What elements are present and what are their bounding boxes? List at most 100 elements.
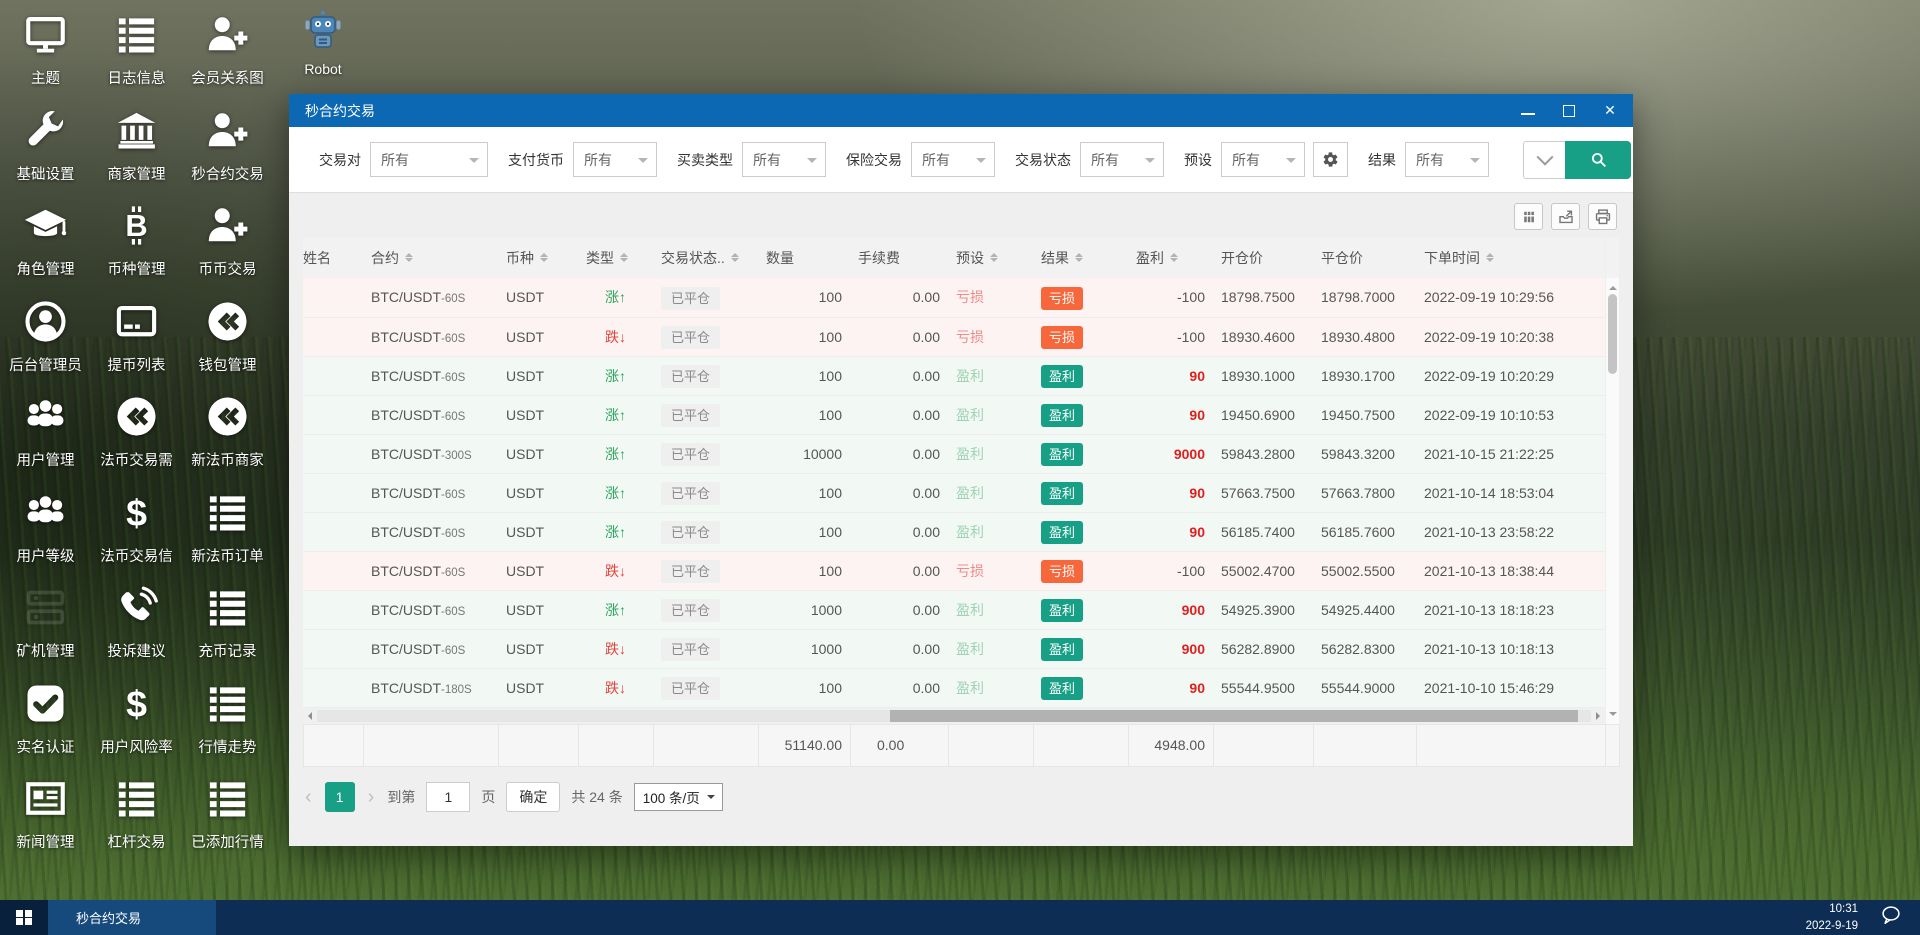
pagination: ‹ 1 › 到第 页 确定 共 24 条 100 条/页 [303,781,1633,812]
print-button[interactable] [1588,203,1617,230]
chevron-down-button[interactable] [1523,140,1565,179]
confirm-page-button[interactable]: 确定 [506,781,561,812]
next-page-button[interactable]: › [366,787,377,807]
cell-open: 57663.7500 [1213,473,1313,513]
desktop-icon[interactable]: 实名认证 [2,681,90,777]
cell-qty: 100 [758,356,850,396]
filter-select[interactable]: 所有 [573,142,657,177]
search-button[interactable] [1565,140,1631,179]
gear-button[interactable] [1313,142,1348,177]
desktop-icon[interactable]: 钱包管理 [184,299,272,395]
desktop-icon-robot[interactable]: Robot [288,10,358,77]
horizontal-scrollbar[interactable] [303,707,1605,724]
desktop-icon[interactable]: 用户管理 [2,394,90,490]
summary-cell-end [1605,723,1620,767]
column-header-coin[interactable]: 币种 [498,238,578,278]
desktop-icon[interactable]: 矿机管理 [2,585,90,681]
cell-contract: BTC/USDT-60S [363,473,498,513]
desktop-icon[interactable]: 已添加行情 [184,776,272,872]
current-page-button[interactable]: 1 [324,781,355,812]
minimize-button[interactable] [1521,107,1535,115]
taskbar-clock[interactable]: 10:31 2022-9-19 [1806,901,1858,933]
cell-result: 盈利 [1033,668,1128,708]
desktop-icon[interactable]: 新闻管理 [2,776,90,872]
desktop-icon[interactable]: 新法币订单 [184,490,272,586]
cell-status: 已平仓 [653,512,758,552]
desktop-icon[interactable]: 投诉建议 [93,585,181,681]
desktop-icon[interactable]: 秒合约交易 [184,108,272,204]
desktop-icon[interactable]: 新法币商家 [184,394,272,490]
maximize-button[interactable] [1563,104,1575,117]
column-header-type[interactable]: 类型 [578,238,653,278]
cell-name [303,395,363,435]
window-titlebar[interactable]: 秒合约交易 ✕ [289,94,1633,127]
cell-close: 57663.7800 [1313,473,1416,513]
column-header-profit[interactable]: 盈利 [1128,238,1213,278]
column-header-status[interactable]: 交易状态.. [653,238,758,278]
desktop-icon[interactable]: 充币记录 [184,585,272,681]
column-header-result[interactable]: 结果 [1033,238,1128,278]
close-button[interactable]: ✕ [1603,102,1617,118]
bitcoin-icon [114,203,159,253]
desktop-icon-label: 杠杆交易 [107,835,166,851]
desktop-icon[interactable]: 商家管理 [93,108,181,204]
goto-page-input[interactable] [426,781,471,812]
desktop-icon[interactable]: 日志信息 [93,12,181,108]
cell-type: 涨↑ [578,434,653,474]
desktop-icon-label: 会员关系图 [191,71,264,87]
desktop-icon[interactable]: 法币交易需 [93,394,181,490]
desktop-icon[interactable]: 后台管理员 [2,299,90,395]
filter-select[interactable]: 所有 [742,142,826,177]
filter-select[interactable]: 所有 [1405,142,1489,177]
scroll-up-arrow[interactable] [1609,282,1617,290]
desktop-icon[interactable]: 币币交易 [184,203,272,299]
cell-profit: 90 [1128,668,1213,708]
cell-profit: -100 [1128,278,1213,318]
filter-select[interactable]: 所有 [911,142,995,177]
desktop-icon[interactable]: 主题 [2,12,90,108]
scroll-left-arrow[interactable] [303,711,317,720]
filter-select[interactable]: 所有 [1080,142,1164,177]
desktop-icon[interactable]: 法币交易信 [93,490,181,586]
sort-icon [990,250,999,265]
desktop-icon-label: 新闻管理 [16,835,75,851]
wrench-icon [23,108,68,158]
desktop-icon[interactable]: 提币列表 [93,299,181,395]
horizontal-scroll-thumb[interactable] [890,709,1579,722]
desktop-icon[interactable]: 用户等级 [2,490,90,586]
desktop-icon[interactable]: 用户风险率 [93,681,181,777]
filter-select[interactable]: 所有 [1221,142,1305,177]
windows-logo-icon [16,909,32,926]
prev-page-button[interactable]: ‹ [303,787,314,807]
vertical-scrollbar[interactable] [1605,238,1619,724]
scroll-right-arrow[interactable] [1591,711,1605,720]
cell-profit: 9000 [1128,434,1213,474]
desktop-icon[interactable]: 角色管理 [2,203,90,299]
start-button[interactable] [0,900,48,935]
list-icon [205,776,250,826]
desktop-icon[interactable]: 基础设置 [2,108,90,204]
desktop-icon[interactable]: 币种管理 [93,203,181,299]
columns-button[interactable] [1514,203,1543,230]
status-badge: 已平仓 [661,286,721,310]
column-header-time[interactable]: 下单时间 [1416,238,1605,278]
desktop-icon[interactable]: 杠杆交易 [93,776,181,872]
vertical-scroll-thumb[interactable] [1608,294,1617,374]
filter-label: 买卖类型 [677,151,733,168]
chat-icon[interactable] [1880,904,1902,931]
cell-time: 2021-10-10 15:46:29 [1416,668,1605,708]
filter-select[interactable]: 所有 [370,142,488,177]
page-size-select[interactable]: 100 条/页 [633,782,723,811]
table-row: BTC/USDT-60S USDT 跌↓ 已平仓 100 0.00 亏损 亏损 -100 5500… [303,551,1605,591]
cell-qty: 100 [758,512,850,552]
scroll-down-arrow[interactable] [1609,711,1617,720]
desktop-icon[interactable]: 会员关系图 [184,12,272,108]
sort-icon [405,250,414,265]
taskbar-item-seconds-contract[interactable]: 秒合约交易 [48,900,216,935]
cell-type: 跌↓ [578,317,653,357]
export-button[interactable] [1551,203,1580,230]
desktop-icon[interactable]: 行情走势 [184,681,272,777]
column-header-contract[interactable]: 合约 [363,238,498,278]
column-header-preset[interactable]: 预设 [948,238,1033,278]
desktop-icon-label: 币种管理 [107,262,166,278]
